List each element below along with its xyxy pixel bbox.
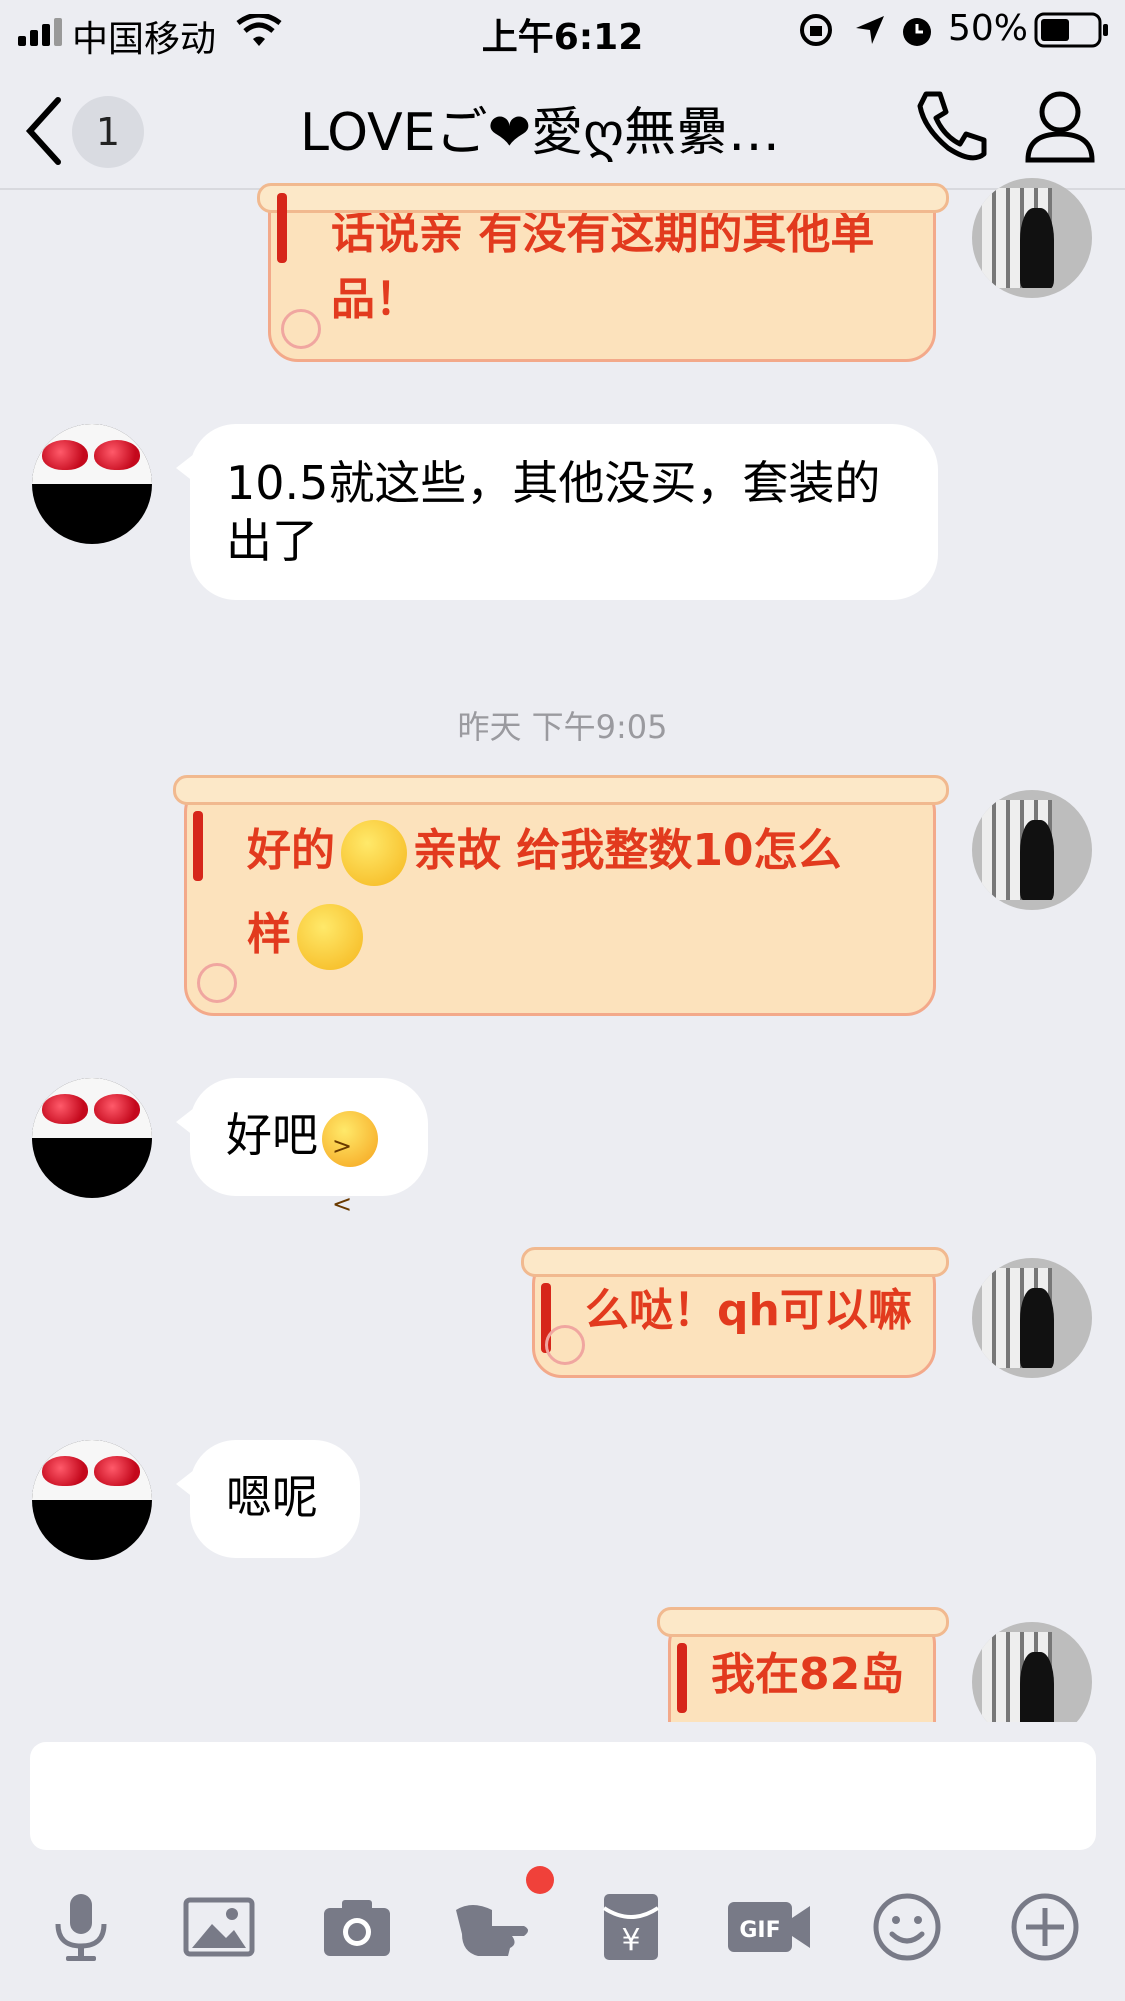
seal-stamp-icon	[197, 963, 237, 1003]
message-text: 样	[247, 909, 291, 960]
message-bubble-received[interactable]: 10.5就这些，其他没买，套装的出了	[176, 424, 938, 600]
phone-call-icon[interactable]	[912, 86, 992, 166]
notification-dot	[526, 1866, 554, 1894]
message-text: 好的	[247, 825, 335, 876]
seal-stamp-icon	[281, 309, 321, 349]
message-bubble-sent[interactable]: 好的 亲故 给我整数10怎么 样	[173, 775, 949, 1016]
message-input[interactable]	[30, 1742, 1096, 1850]
message-text: 话说亲 有没有这期的其他单	[331, 208, 875, 259]
battery-percent: 50%	[948, 8, 1029, 49]
message-text: 么哒！qh可以嘛	[585, 1285, 912, 1336]
message-bubble-sent[interactable]: 我在82岛	[657, 1607, 949, 1722]
svg-text:GIF: GIF	[739, 1918, 780, 1943]
back-chevron-icon[interactable]	[22, 96, 64, 166]
contact-profile-icon[interactable]	[1022, 86, 1098, 166]
contact-avatar[interactable]	[32, 424, 152, 544]
location-arrow-icon	[856, 16, 884, 44]
my-avatar[interactable]	[972, 1622, 1092, 1722]
message-text: 品！	[331, 274, 419, 325]
contact-avatar[interactable]	[32, 1440, 152, 1560]
my-avatar[interactable]	[972, 1258, 1092, 1378]
gif-icon[interactable]: GIF	[726, 1890, 812, 1964]
message-clip-area: 我在82岛	[0, 1600, 1125, 1722]
message-timestamp: 昨天 下午9:05	[457, 708, 668, 746]
microphone-icon[interactable]	[44, 1890, 118, 1964]
image-icon[interactable]	[182, 1890, 256, 1964]
orientation-lock-icon	[800, 14, 832, 46]
alarm-icon	[903, 18, 931, 46]
chat-screen: 中国移动 上午6:12 50% 1 LOVEご❤愛ღ無纍… 话说亲 有没有这期的…	[0, 0, 1125, 2001]
message-text: 好吧	[226, 1108, 318, 1162]
my-avatar[interactable]	[972, 178, 1092, 298]
chat-title: LOVEご❤愛ღ無纍…	[300, 103, 781, 163]
my-avatar[interactable]	[972, 790, 1092, 910]
red-packet-icon[interactable]: ¥	[594, 1890, 668, 1964]
message-bubble-received[interactable]: 好吧	[176, 1078, 428, 1233]
persevering-face-emoji-icon	[322, 1110, 378, 1233]
battery-icon	[1034, 12, 1108, 48]
emoji-icon[interactable]	[870, 1890, 944, 1964]
svg-text:¥: ¥	[621, 1923, 640, 1958]
plus-icon[interactable]	[1008, 1890, 1082, 1964]
message-text: 10.5就这些，其他没买，套装的出了	[226, 456, 881, 568]
message-text: 嗯呢	[226, 1470, 318, 1524]
message-text: 亲故 给我整数10怎么	[413, 825, 842, 876]
seal-stamp-icon	[545, 1325, 585, 1365]
camera-icon[interactable]	[320, 1890, 394, 1964]
message-bubble-received[interactable]: 嗯呢	[176, 1440, 360, 1558]
unread-count-badge[interactable]: 1	[72, 96, 144, 168]
message-bubble-sent[interactable]: 么哒！qh可以嘛	[521, 1247, 949, 1378]
chat-header: 1 LOVEご❤愛ღ無纍…	[0, 62, 1125, 190]
message-text: 我在82岛	[711, 1649, 905, 1700]
poke-hand-icon[interactable]	[452, 1890, 538, 1964]
contact-avatar[interactable]	[32, 1078, 152, 1198]
grinning-face-emoji-icon	[297, 904, 363, 970]
message-bubble-sent[interactable]: 话说亲 有没有这期的其他单 品！	[257, 183, 949, 362]
blushing-face-emoji-icon	[341, 820, 407, 886]
status-bar: 中国移动 上午6:12 50%	[0, 0, 1125, 62]
